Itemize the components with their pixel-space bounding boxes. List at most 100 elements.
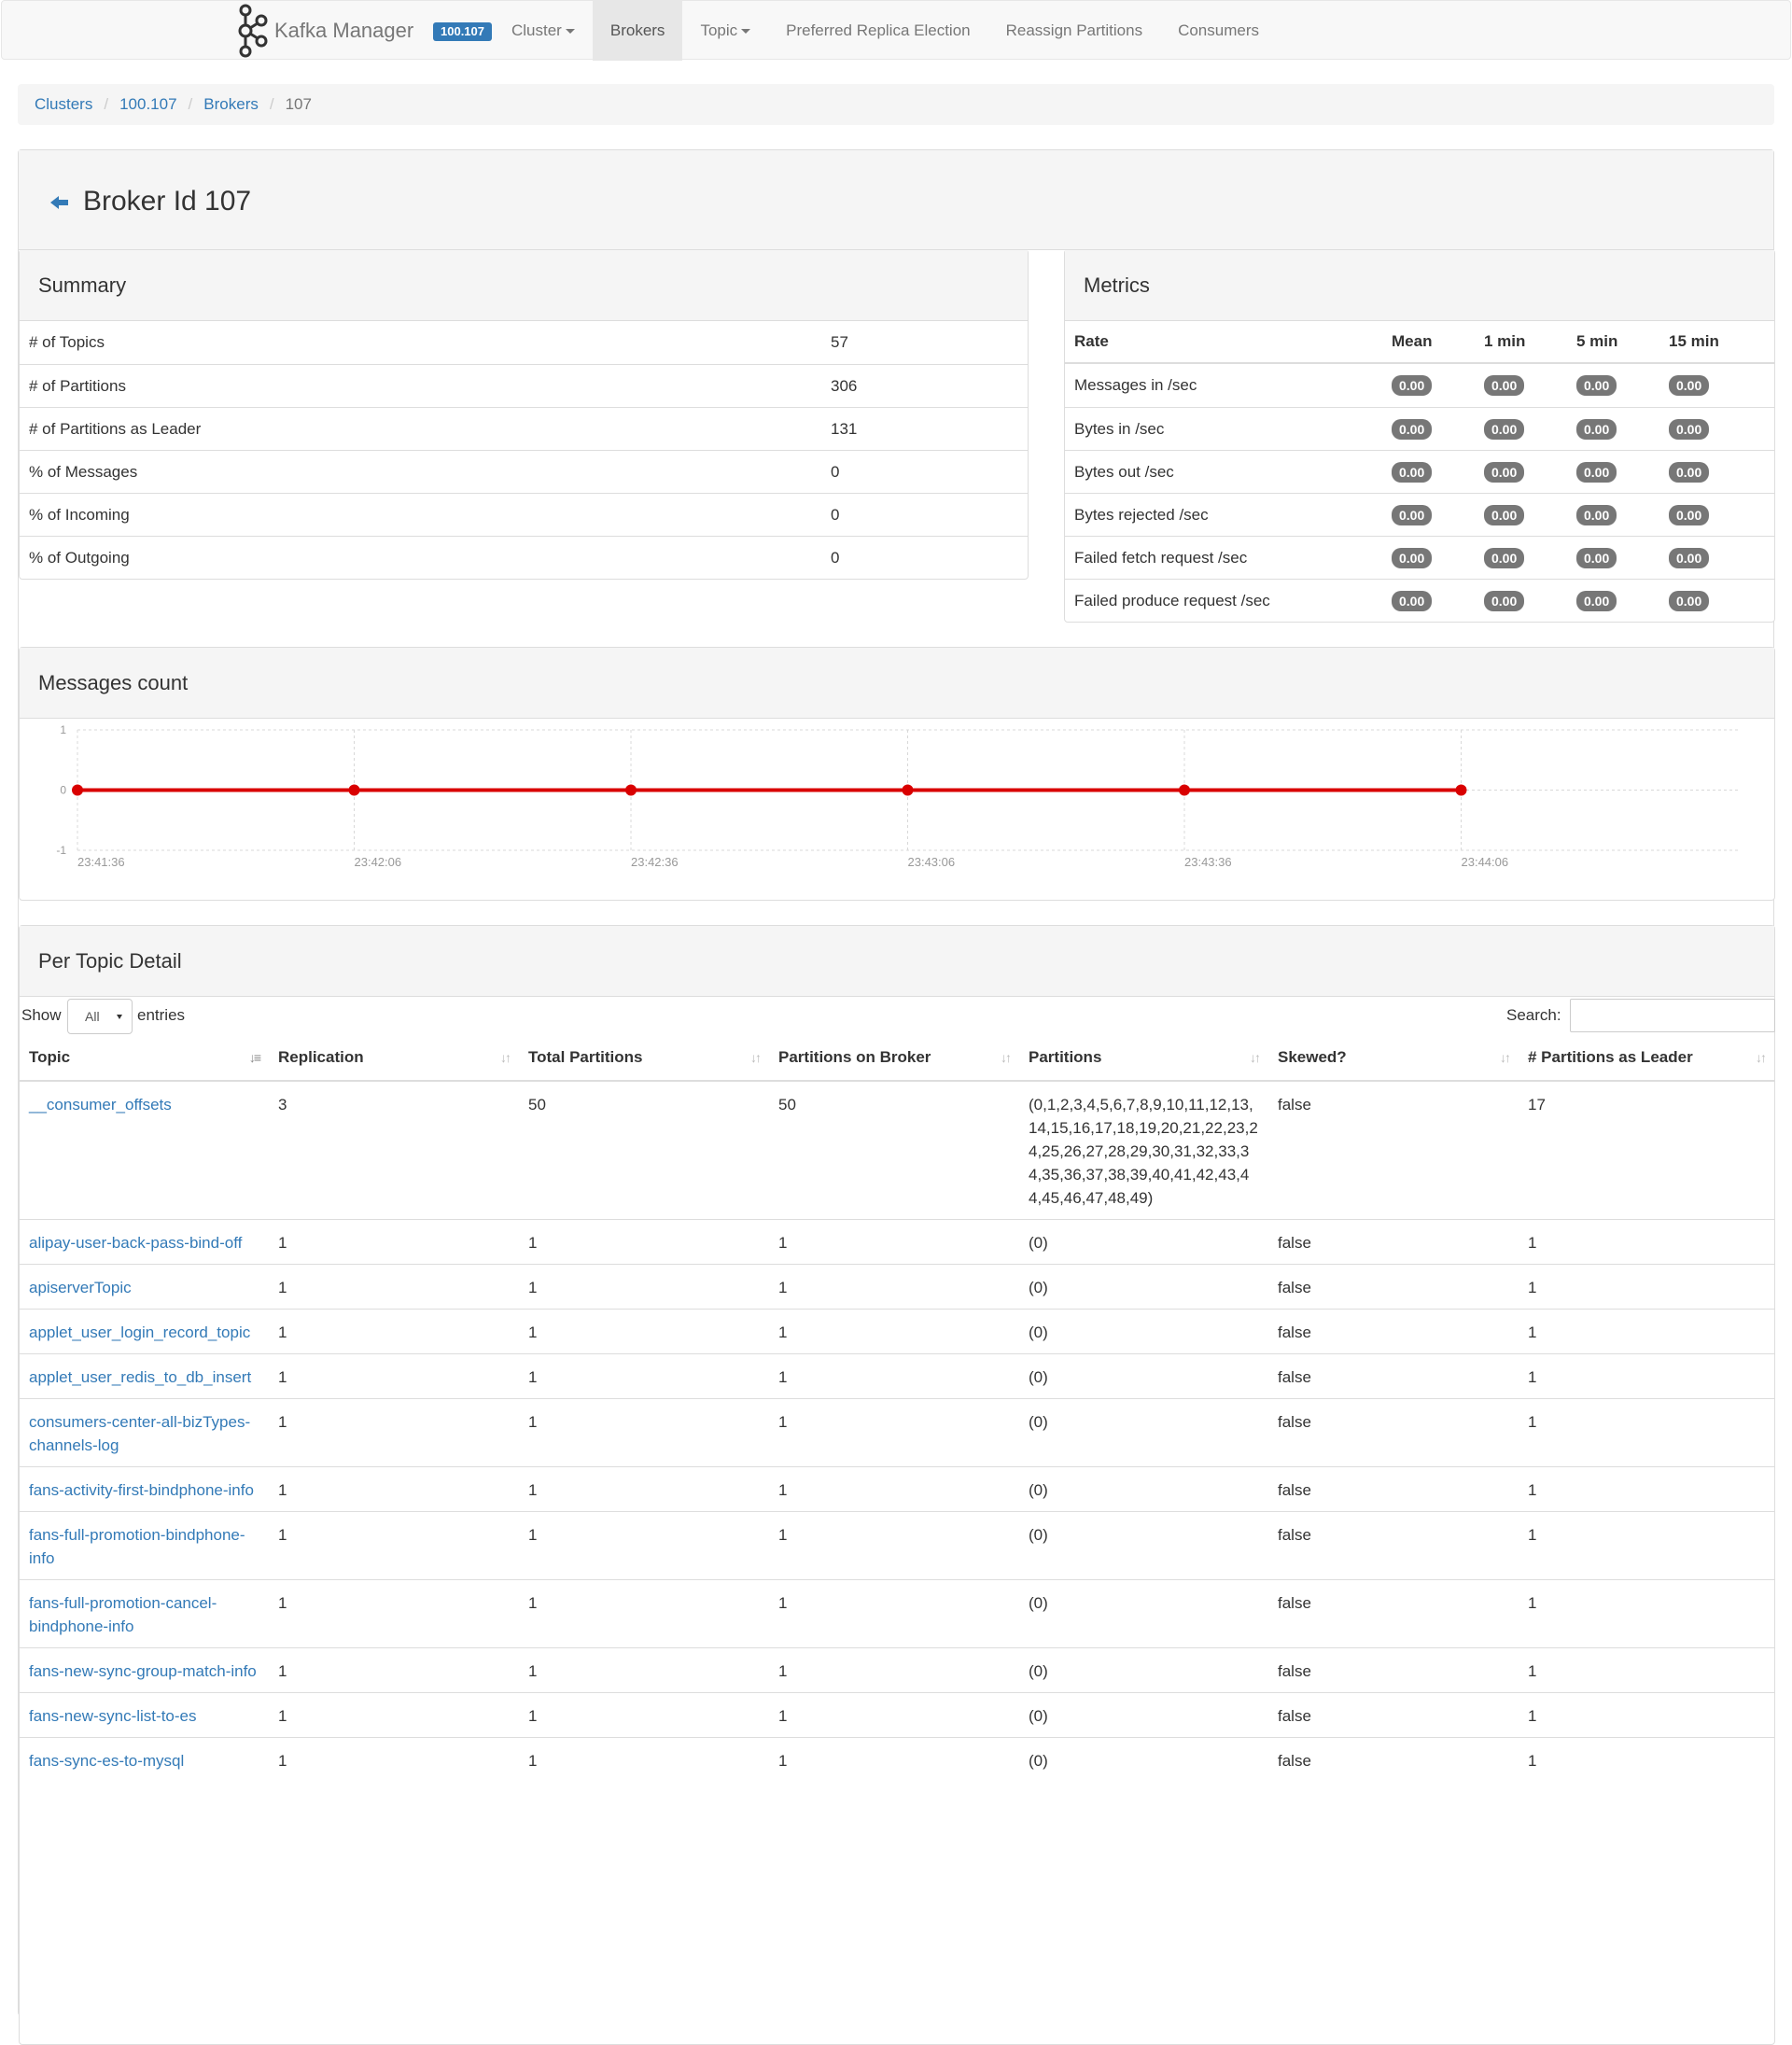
topics-header-row: Topic ↓≡ Replication ↓↑ Total Partitions ↓↑… [20,1034,1774,1082]
table-cell: 1 [519,1511,769,1580]
search-label: Search: [1506,1006,1561,1024]
brand[interactable]: Kafka Manager [231,1,413,61]
table-cell: 1 [269,1398,519,1467]
nav-cluster-dropdown[interactable]: Cluster [494,1,593,61]
data-point [1179,784,1190,796]
leader-cell: 1 [1528,1279,1537,1296]
replication-cell: 1 [278,1324,287,1341]
col-label: Partitions on Broker [778,1047,931,1066]
replication-cell: 1 [278,1707,287,1725]
summary-row: # of Partitions as Leader 131 [20,407,1028,450]
topic-link[interactable]: fans-new-sync-list-to-es [29,1707,197,1725]
search-input[interactable] [1570,999,1775,1032]
topic-link[interactable]: fans-sync-es-to-mysql [29,1752,184,1770]
col-replication[interactable]: Replication ↓↑ [269,1034,519,1082]
table-cell: fans-full-promotion-bindphone-info [20,1511,269,1580]
replication-cell: 1 [278,1279,287,1296]
partitions-on-broker-cell: 1 [778,1594,788,1612]
broker-panel-heading: Broker Id 107 [19,150,1773,250]
topic-link[interactable]: fans-new-sync-group-match-info [29,1662,257,1680]
nav-consumers[interactable]: Consumers [1160,1,1277,61]
skewed-cell: false [1278,1481,1311,1499]
caret-down-icon [565,28,575,34]
table-row: fans-activity-first-bindphone-info 1 1 1 (0)… [20,1466,1774,1512]
x-tick-label: 23:41:36 [77,855,125,869]
table-cell: 1 [269,1309,519,1354]
topic-link[interactable]: alipay-user-back-pass-bind-off [29,1234,242,1252]
table-cell: apiserverTopic [20,1264,269,1310]
topic-link[interactable]: apiserverTopic [29,1279,132,1296]
metrics-header-mean: Mean [1392,332,1433,350]
partitions-cell: (0) [1029,1368,1048,1386]
topic-link[interactable]: fans-full-promotion-cancel-bindphone-inf… [29,1594,217,1635]
nav-preferred-replica-election[interactable]: Preferred Replica Election [768,1,987,61]
table-cell: 1 [269,1511,519,1580]
nav-reassign-partitions[interactable]: Reassign Partitions [988,1,1160,61]
entries-select[interactable]: All [67,999,133,1034]
replication-cell: 3 [278,1096,287,1114]
metrics-header-rate: Rate [1074,332,1109,350]
topic-link[interactable]: __consumer_offsets [29,1096,172,1114]
per-topic-panel: Per Topic Detail Show All entries Search… [19,925,1775,2045]
breadcrumb-current: 107 [285,95,312,113]
metric-badge: 0.00 [1669,504,1710,525]
partitions-cell: (0) [1029,1279,1048,1296]
table-cell: 1 [1519,1647,1774,1693]
table-cell: 1 [1519,1692,1774,1738]
col-skewed[interactable]: Skewed? ↓↑ [1268,1034,1519,1082]
metric-badge: 0.00 [1669,375,1710,396]
table-cell: 1 [269,1692,519,1738]
topic-link[interactable]: applet_user_login_record_topic [29,1324,250,1341]
table-controls: Show All entries Search: [20,997,1775,1034]
total-partitions-cell: 1 [528,1707,538,1725]
table-row: fans-new-sync-group-match-info 1 1 1 (0) fals… [20,1647,1774,1693]
table-cell: false [1268,1398,1519,1467]
col-total-partitions[interactable]: Total Partitions ↓↑ [519,1034,769,1082]
topic-link[interactable]: consumers-center-all-bizTypes-channels-l… [29,1413,250,1454]
total-partitions-cell: 1 [528,1324,538,1341]
skewed-cell: false [1278,1526,1311,1544]
nav-topic-dropdown[interactable]: Topic [682,1,768,61]
table-cell: false [1268,1692,1519,1738]
topic-link[interactable]: fans-activity-first-bindphone-info [29,1481,254,1499]
summary-label: # of Partitions [29,376,126,395]
partitions-on-broker-cell: 50 [778,1096,796,1114]
topic-link[interactable]: applet_user_redis_to_db_insert [29,1368,251,1386]
data-point [1455,784,1467,796]
col-partitions-on-broker[interactable]: Partitions on Broker ↓↑ [769,1034,1019,1082]
metrics-panel: Metrics Rate Mean 1 min 5 min 15 min Mes… [1064,249,1775,623]
sort-asc-icon: ↓≡ [248,1050,261,1065]
metric-badge: 0.00 [1669,461,1710,483]
metrics-row: Bytes in /sec 0.00 0.00 0.00 0.00 [1065,407,1774,450]
table-cell: false [1268,1353,1519,1399]
partitions-cell: (0,1,2,3,4,5,6,7,8,9,10,11,12,13,14,15,1… [1029,1096,1258,1207]
col-partitions[interactable]: Partitions ↓↑ [1019,1034,1268,1082]
partitions-on-broker-cell: 1 [778,1279,788,1296]
breadcrumb-cluster[interactable]: 100.107 [119,95,176,114]
topic-link[interactable]: fans-full-promotion-bindphone-info [29,1526,245,1567]
table-cell: 1 [1519,1264,1774,1310]
nav-brokers[interactable]: Brokers [592,1,683,61]
back-arrow-icon[interactable] [50,195,69,210]
sort-icon: ↓↑ [500,1050,511,1065]
metrics-row: Bytes out /sec 0.00 0.00 0.00 0.00 [1065,450,1774,493]
table-cell: 1 [269,1647,519,1693]
table-cell: 1 [1519,1511,1774,1580]
col-label: Replication [278,1047,364,1066]
metric-badge: 0.00 [1392,375,1433,396]
skewed-cell: false [1278,1707,1311,1725]
table-cell: applet_user_login_record_topic [20,1309,269,1354]
breadcrumb-clusters[interactable]: Clusters [35,95,92,114]
col-partitions-as-leader[interactable]: # Partitions as Leader ↓↑ [1519,1034,1774,1082]
summary-value: 0 [831,505,840,524]
table-row: apiserverTopic 1 1 1 (0) false 1 [20,1264,1774,1310]
table-cell: fans-full-promotion-cancel-bindphone-inf… [20,1579,269,1648]
table-cell: 1 [269,1219,519,1265]
table-cell: 1 [519,1219,769,1265]
table-cell: consumers-center-all-bizTypes-channels-l… [20,1398,269,1467]
sort-icon: ↓↑ [750,1050,762,1065]
breadcrumb-brokers[interactable]: Brokers [203,95,259,114]
col-topic[interactable]: Topic ↓≡ [20,1034,269,1082]
summary-value: 0 [831,462,840,481]
page-title: Broker Id 107 [83,186,252,217]
